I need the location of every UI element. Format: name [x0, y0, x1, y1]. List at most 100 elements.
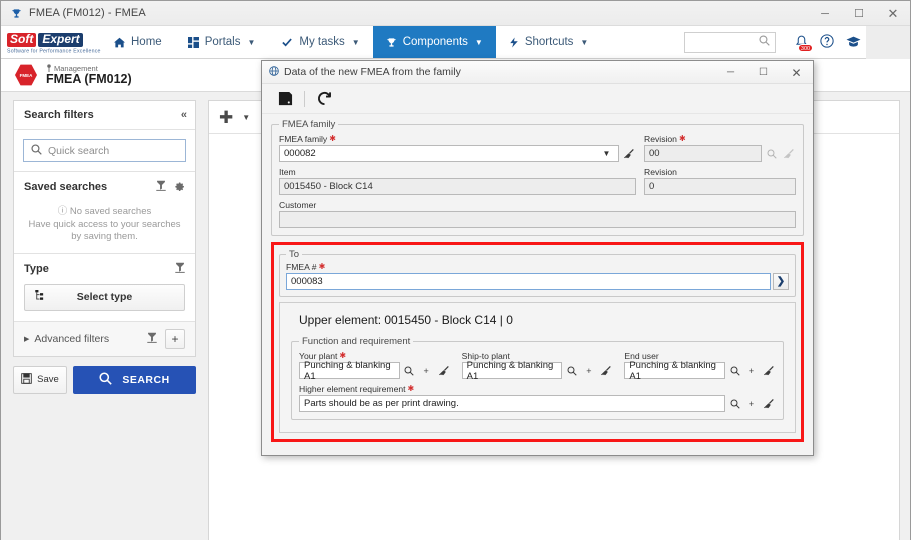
- higher-element-requirement-input[interactable]: Parts should be as per print drawing.: [299, 395, 725, 412]
- application-window: FMEA (FM012) - FMEA ─ ☐ ✕ Soft Expert So…: [0, 0, 911, 540]
- magnifier-icon[interactable]: [727, 362, 742, 379]
- broom-icon[interactable]: [436, 362, 451, 379]
- caret-down-icon[interactable]: ▼: [242, 113, 250, 122]
- chevron-down-icon[interactable]: ▼: [599, 149, 614, 158]
- plus-icon[interactable]: ✚: [219, 109, 233, 126]
- fmea-family-select[interactable]: 000082 ▼: [279, 145, 619, 162]
- nav-right-group: 300: [684, 25, 910, 59]
- nav-item-shortcuts-label: Shortcuts: [524, 36, 574, 48]
- fmea-family-label: FMEA family: [279, 134, 328, 144]
- save-search-label: Save: [37, 374, 59, 386]
- required-marker-icon: ✱: [329, 134, 336, 143]
- broom-icon[interactable]: [781, 145, 796, 162]
- to-fieldset: To FMEA # ✱ 000083 ❯: [279, 249, 796, 297]
- saved-searches-description: Have quick access to your searches by sa…: [28, 219, 181, 242]
- nav-item-components[interactable]: Components ▼: [372, 26, 496, 58]
- plus-icon[interactable]: +: [581, 362, 596, 379]
- dialog-toolbar: [262, 84, 813, 114]
- academy-button[interactable]: [840, 26, 866, 59]
- window-maximize-button[interactable]: ☐: [842, 1, 876, 26]
- new-fmea-dialog: Data of the new FMEA from the family ─ ☐…: [261, 60, 814, 456]
- caret-down-icon: ▼: [474, 37, 483, 47]
- sidebar-action-buttons: Save SEARCH: [13, 365, 196, 394]
- fmea-number-input[interactable]: 000083: [286, 273, 771, 290]
- end-user-value: Punching & blanking A1: [629, 359, 716, 382]
- quick-search-input[interactable]: Quick search: [23, 139, 186, 162]
- dialog-maximize-button[interactable]: ☐: [747, 61, 780, 84]
- filter-clear-icon[interactable]: [147, 330, 157, 348]
- save-search-button[interactable]: Save: [13, 365, 67, 394]
- fmea-number-label: FMEA #: [286, 262, 317, 272]
- dialog-refresh-button[interactable]: [310, 87, 338, 111]
- item-revision-input: 0: [644, 178, 796, 195]
- family-revision-input[interactable]: 00: [644, 145, 762, 162]
- softexpert-logo[interactable]: Soft Expert Software for Performance Exc…: [1, 26, 101, 58]
- item-input: 0015450 - Block C14: [279, 178, 636, 195]
- highlight-region: To FMEA # ✱ 000083 ❯ Upper element: 0015…: [271, 242, 804, 442]
- window-minimize-button[interactable]: ─: [808, 1, 842, 26]
- filter-clear-icon[interactable]: [175, 262, 185, 276]
- dialog-close-button[interactable]: ✕: [780, 61, 813, 84]
- advanced-filters-row[interactable]: ▶ Advanced filters +: [14, 320, 195, 356]
- bolt-icon: [509, 37, 519, 48]
- fmea-module-badge: FMEA: [15, 64, 37, 86]
- upper-element-panel: Upper element: 0015450 - Block C14 | 0 F…: [279, 302, 796, 433]
- window-close-button[interactable]: ✕: [876, 1, 910, 26]
- info-icon: ⓘ: [57, 206, 68, 217]
- chevron-double-left-icon[interactable]: «: [181, 109, 187, 121]
- broom-icon[interactable]: [598, 362, 613, 379]
- item-value: 0015450 - Block C14: [284, 181, 373, 192]
- fmea-family-legend: FMEA family: [282, 119, 336, 130]
- search-filters-header: Search filters «: [14, 101, 195, 130]
- search-filters-panel: Search filters « Quick search Saved sear…: [13, 100, 196, 357]
- saved-searches-section: Saved searches ⓘ No saved searches Have …: [14, 171, 195, 253]
- dialog-minimize-button[interactable]: ─: [714, 61, 747, 84]
- global-search-input[interactable]: [684, 31, 776, 53]
- nav-item-portals-label: Portals: [204, 36, 241, 48]
- to-legend: To: [289, 249, 300, 260]
- gear-icon[interactable]: [174, 180, 185, 194]
- plus-icon[interactable]: +: [744, 395, 759, 412]
- graduation-cap-icon: [846, 34, 861, 51]
- dialog-save-button[interactable]: [271, 87, 299, 111]
- your-plant-input[interactable]: Punching & blanking A1: [299, 360, 400, 382]
- notifications-button[interactable]: 300: [788, 26, 814, 59]
- add-filter-button[interactable]: +: [165, 328, 185, 349]
- caret-down-icon: ▼: [580, 37, 589, 47]
- type-section: Type Select type: [14, 252, 195, 321]
- function-and-requirement-legend: Function and requirement: [302, 336, 411, 347]
- help-circle-icon: [820, 33, 834, 51]
- required-marker-icon: ✱: [318, 262, 326, 271]
- avatar[interactable]: [866, 25, 910, 59]
- required-marker-icon: ✱: [407, 384, 415, 393]
- magnifier-icon[interactable]: [564, 362, 579, 379]
- module-eyebrow: Management: [54, 63, 98, 73]
- help-button[interactable]: [814, 26, 840, 59]
- broom-icon[interactable]: [621, 145, 636, 162]
- nav-item-portals[interactable]: Portals ▼: [175, 26, 269, 58]
- page-title: FMEA (FM012): [46, 72, 132, 87]
- search-button[interactable]: SEARCH: [73, 365, 196, 394]
- nav-item-my-tasks[interactable]: My tasks ▼: [268, 26, 372, 58]
- broom-icon[interactable]: [761, 362, 776, 379]
- filter-clear-icon[interactable]: [156, 180, 166, 194]
- select-type-button[interactable]: Select type: [24, 283, 185, 311]
- magnifier-icon[interactable]: [727, 395, 742, 412]
- broom-icon[interactable]: [761, 395, 776, 412]
- end-user-input[interactable]: Punching & blanking A1: [624, 359, 726, 382]
- search-icon: [759, 35, 770, 49]
- magnifier-icon[interactable]: [764, 145, 779, 162]
- trophy-icon: [9, 6, 23, 20]
- dialog-title: Data of the new FMEA from the family: [284, 66, 461, 78]
- family-revision-label: Revision: [644, 134, 677, 144]
- chevron-right-icon[interactable]: ❯: [773, 273, 789, 290]
- type-title: Type: [24, 262, 49, 275]
- caret-down-icon: ▼: [247, 37, 256, 47]
- required-marker-icon: ✱: [678, 134, 686, 143]
- search-filters-title: Search filters: [24, 109, 94, 121]
- magnifier-icon[interactable]: [402, 362, 417, 379]
- nav-item-shortcuts[interactable]: Shortcuts ▼: [496, 26, 602, 58]
- plus-icon[interactable]: +: [419, 362, 434, 379]
- plus-icon[interactable]: +: [744, 362, 759, 379]
- ship-to-plant-input[interactable]: Punching & blanking A1: [461, 360, 563, 382]
